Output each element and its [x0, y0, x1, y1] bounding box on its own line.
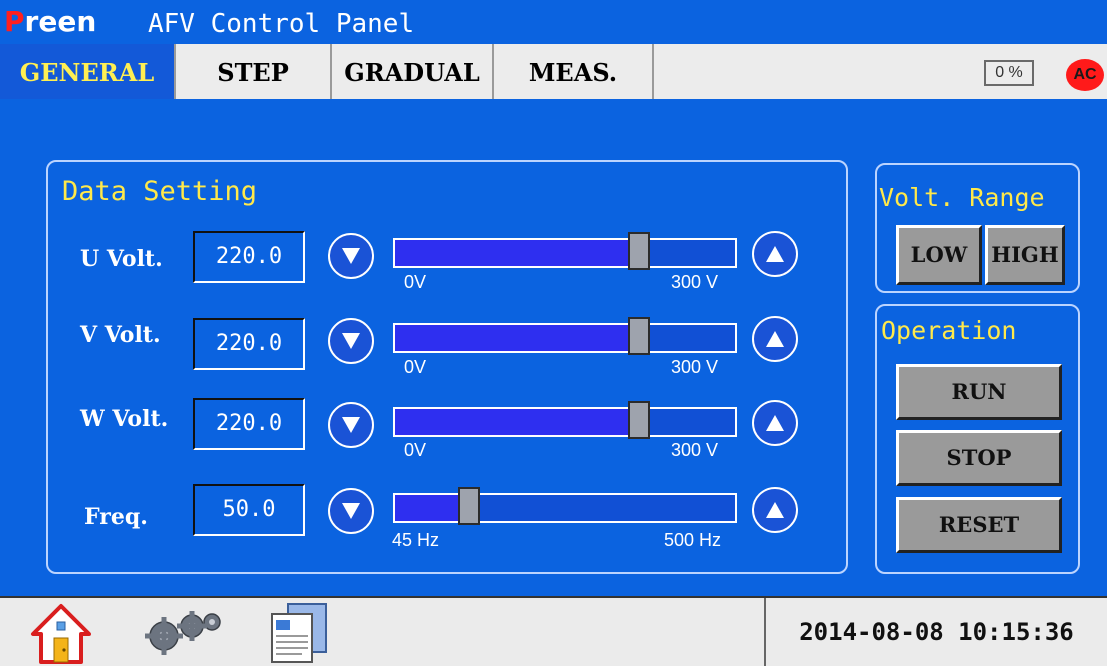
v-volt-min-label: 0V	[404, 357, 427, 377]
u-volt-label: U Volt.	[80, 246, 163, 272]
u-volt-increase-button[interactable]	[752, 231, 798, 277]
documents-icon[interactable]	[266, 602, 332, 664]
freq-slider-thumb[interactable]	[458, 487, 480, 525]
home-icon[interactable]	[30, 602, 92, 664]
bottom-bar: 2014-08-08 10:15:36	[0, 596, 1107, 666]
v-volt-slider-fill	[395, 325, 639, 351]
w-volt-slider[interactable]	[393, 401, 737, 439]
w-volt-min-label: 0V	[404, 440, 427, 460]
u-volt-decrease-button[interactable]	[328, 233, 374, 279]
settings-gears-icon[interactable]	[136, 608, 226, 658]
freq-min-label: 45 Hz	[392, 530, 440, 550]
triangle-up-icon	[766, 502, 784, 518]
u-volt-min-label: 0V	[404, 272, 427, 292]
u-volt-slider[interactable]	[393, 232, 737, 270]
run-button[interactable]: RUN	[896, 364, 1062, 420]
v-volt-max-label: 300 V	[671, 357, 719, 377]
w-volt-max-label: 300 V	[671, 440, 719, 460]
v-volt-increase-button[interactable]	[752, 316, 798, 362]
freq-label: Freq.	[84, 504, 148, 530]
data-setting-title: Data Setting	[62, 176, 258, 207]
triangle-up-icon	[766, 246, 784, 262]
tab-step[interactable]: STEP	[176, 44, 332, 99]
reset-button[interactable]: RESET	[896, 497, 1062, 553]
u-volt-slider-fill	[395, 240, 639, 266]
afv-control-panel: Preen AFV Control Panel GENERAL STEP GRA…	[0, 0, 1107, 666]
freq-value-field[interactable]: 50.0	[193, 484, 305, 536]
triangle-down-icon	[342, 333, 360, 349]
w-volt-increase-button[interactable]	[752, 400, 798, 446]
v-volt-slider-thumb[interactable]	[628, 317, 650, 355]
triangle-down-icon	[342, 248, 360, 264]
freq-slider[interactable]	[393, 487, 737, 525]
tab-meas[interactable]: MEAS.	[494, 44, 654, 99]
datetime-display: 2014-08-08 10:15:36	[764, 598, 1107, 666]
w-volt-label: W Volt.	[80, 406, 169, 432]
window-title: AFV Control Panel	[148, 9, 415, 39]
w-volt-slider-thumb[interactable]	[628, 401, 650, 439]
brand-first-letter: P	[4, 5, 25, 38]
operation-title: Operation	[881, 316, 1017, 345]
triangle-up-icon	[766, 331, 784, 347]
w-volt-value-field[interactable]: 220.0	[193, 398, 305, 450]
w-volt-decrease-button[interactable]	[328, 402, 374, 448]
v-volt-slider[interactable]	[393, 317, 737, 355]
freq-decrease-button[interactable]	[328, 488, 374, 534]
triangle-up-icon	[766, 415, 784, 431]
volt-range-title: Volt. Range	[879, 183, 1045, 212]
ac-status-indicator: AC	[1066, 59, 1104, 91]
triangle-down-icon	[342, 503, 360, 519]
u-volt-max-label: 300 V	[671, 272, 719, 292]
tab-gradual[interactable]: GRADUAL	[332, 44, 494, 99]
u-volt-value-field[interactable]: 220.0	[193, 231, 305, 283]
stop-button[interactable]: STOP	[896, 430, 1062, 486]
tab-bar: GENERAL STEP GRADUAL MEAS. 0 % AC	[0, 44, 1107, 99]
high-range-button[interactable]: HIGH	[985, 225, 1065, 285]
brand-rest: reen	[24, 5, 97, 38]
triangle-down-icon	[342, 417, 360, 433]
freq-max-label: 500 Hz	[664, 530, 722, 550]
u-volt-slider-thumb[interactable]	[628, 232, 650, 270]
v-volt-label: V Volt.	[80, 322, 161, 348]
low-range-button[interactable]: LOW	[896, 225, 982, 285]
brand-logo: Preen	[4, 4, 96, 40]
title-bar: Preen AFV Control Panel	[0, 0, 1107, 44]
freq-increase-button[interactable]	[752, 487, 798, 533]
tab-general[interactable]: GENERAL	[0, 44, 176, 99]
v-volt-value-field[interactable]: 220.0	[193, 318, 305, 370]
w-volt-slider-fill	[395, 409, 639, 435]
percent-indicator: 0 %	[984, 60, 1034, 86]
v-volt-decrease-button[interactable]	[328, 318, 374, 364]
